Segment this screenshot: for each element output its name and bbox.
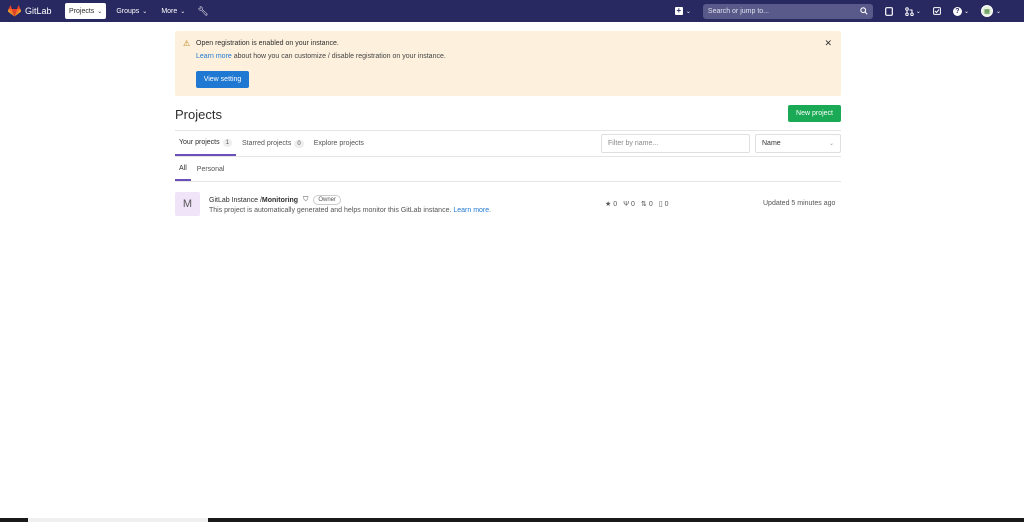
groups-label: Groups xyxy=(116,7,140,15)
close-icon[interactable]: ✕ xyxy=(824,38,832,49)
forks-value: 0 xyxy=(631,200,635,208)
tab-count: 0 xyxy=(294,139,304,148)
merge-request-icon xyxy=(905,6,914,16)
chevron-down-icon: ⌄ xyxy=(963,8,969,15)
stars-count[interactable]: ★ 0 xyxy=(605,200,618,209)
tab-count: 1 xyxy=(222,138,232,147)
new-project-button[interactable]: New project xyxy=(788,105,841,122)
tab-label: Starred projects xyxy=(241,140,292,147)
groups-dropdown[interactable]: Groups ⌄ xyxy=(112,3,151,19)
projects-dropdown[interactable]: Projects ⌄ xyxy=(65,3,107,19)
role-badge: Owner xyxy=(313,195,341,205)
project-name: Monitoring xyxy=(261,196,299,204)
new-dropdown[interactable]: + ⌄ xyxy=(674,6,691,15)
issues-icon: ▯ xyxy=(658,201,663,208)
taskbar-segment xyxy=(28,518,208,522)
chevron-down-icon: ⌄ xyxy=(685,8,691,15)
alert-body: Learn more about how you can customize /… xyxy=(196,53,446,60)
search-icon xyxy=(860,7,868,15)
merge-requests-value: 0 xyxy=(648,200,653,208)
shield-icon: ⛉ xyxy=(303,196,309,203)
registration-alert: ⚠ Open registration is enabled on your i… xyxy=(175,31,841,96)
alert-title: Open registration is enabled on your ins… xyxy=(196,40,339,47)
merge-requests-count[interactable]: ⇅ 0 xyxy=(640,200,653,209)
sort-value: Name xyxy=(762,140,781,147)
project-namespace: GitLab Instance / xyxy=(209,196,262,204)
description-text: This project is automatically generated … xyxy=(209,207,454,214)
sort-dropdown[interactable]: Name ⌄ xyxy=(755,134,841,153)
visibility-tabs: All Personal xyxy=(175,157,230,181)
divider xyxy=(175,156,841,157)
chevron-down-icon: ⌄ xyxy=(828,141,834,147)
tab-personal[interactable]: Personal xyxy=(193,157,229,181)
chevron-down-icon: ⌄ xyxy=(142,8,148,15)
tab-starred-projects[interactable]: Starred projects 0 xyxy=(238,131,308,156)
gitlab-home-link[interactable]: GitLab xyxy=(8,5,60,17)
help-icon: ? xyxy=(952,6,962,16)
avatar-icon: ▦ xyxy=(980,5,993,17)
todo-icon xyxy=(933,7,941,15)
updated-timestamp: Updated 5 minutes ago xyxy=(763,200,836,207)
tab-explore-projects[interactable]: Explore projects xyxy=(310,131,368,156)
plus-icon: + xyxy=(674,6,683,15)
user-dropdown[interactable]: ▦ ⌄ xyxy=(980,5,1001,17)
learn-more-link[interactable]: Learn more. xyxy=(453,207,491,214)
merge-requests-dropdown[interactable]: ⌄ xyxy=(905,6,921,16)
merge-request-icon: ⇅ xyxy=(640,201,647,208)
divider xyxy=(175,181,841,182)
page-title: Projects xyxy=(175,107,222,122)
tab-all[interactable]: All xyxy=(175,157,191,181)
view-setting-button[interactable]: View setting xyxy=(196,71,249,88)
stars-value: 0 xyxy=(613,200,618,208)
issues-count[interactable]: ▯ 0 xyxy=(658,200,669,209)
top-navbar: GitLab Projects ⌄ Groups ⌄ More ⌄ 🔧︎ + ⌄… xyxy=(0,0,1024,22)
alert-body-text: about how you can customize / disable re… xyxy=(231,53,446,60)
fork-icon: Ψ xyxy=(623,200,630,208)
tab-label: Explore projects xyxy=(313,140,364,147)
tab-your-projects[interactable]: Your projects 1 xyxy=(175,131,236,156)
gitlab-logo-icon xyxy=(8,5,21,17)
issues-link[interactable] xyxy=(885,6,893,16)
help-dropdown[interactable]: ? ⌄ xyxy=(952,6,969,16)
filter-by-name-input[interactable]: Filter by name... xyxy=(601,134,750,153)
project-stats: ★ 0 Ψ0 ⇅ 0 ▯ 0 xyxy=(605,200,675,209)
issues-value: 0 xyxy=(664,200,669,208)
warning-icon: ⚠ xyxy=(183,39,191,48)
wrench-icon[interactable]: 🔧︎ xyxy=(197,6,208,17)
more-label: More xyxy=(161,7,178,15)
chevron-down-icon: ⌄ xyxy=(915,8,921,15)
chevron-down-icon: ⌄ xyxy=(995,8,1001,15)
project-tabs: Your projects 1 Starred projects 0 Explo… xyxy=(175,131,370,156)
search-placeholder: Search or jump to... xyxy=(707,7,769,15)
chevron-down-icon: ⌄ xyxy=(180,8,186,15)
tab-label: Your projects xyxy=(179,139,220,146)
brand-name: GitLab xyxy=(25,6,52,16)
more-dropdown[interactable]: More ⌄ xyxy=(157,3,189,19)
issues-icon xyxy=(885,6,893,16)
search-input[interactable]: Search or jump to... xyxy=(702,3,873,19)
learn-more-link[interactable]: Learn more xyxy=(196,53,232,60)
project-avatar[interactable]: M xyxy=(175,192,200,216)
projects-label: Projects xyxy=(69,7,95,15)
project-title[interactable]: GitLab Instance / Monitoring ⛉ Owner xyxy=(209,195,341,205)
project-description: This project is automatically generated … xyxy=(209,207,491,214)
chevron-down-icon: ⌄ xyxy=(97,8,103,15)
todos-link[interactable] xyxy=(933,7,941,15)
forks-count[interactable]: Ψ0 xyxy=(623,200,635,208)
star-icon: ★ xyxy=(605,201,612,208)
